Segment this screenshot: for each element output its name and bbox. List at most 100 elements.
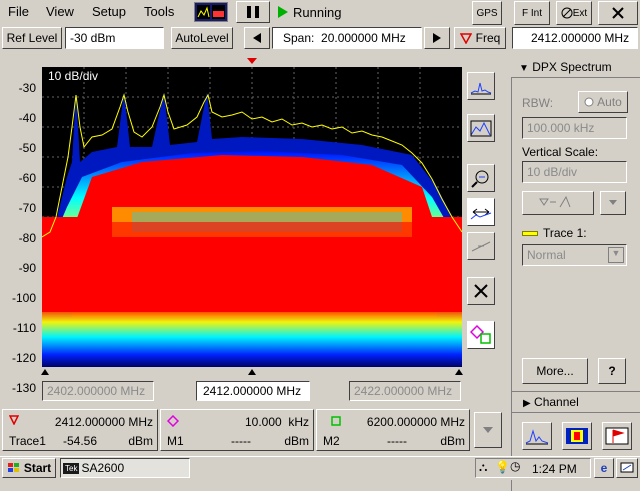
start-freq-field[interactable]: 2402.000000 MHz — [42, 381, 154, 401]
menu-bar: File View Setup Tools Running GPS F Int … — [0, 0, 640, 25]
auto-label: Auto — [597, 95, 622, 109]
m2-marker-name: M2 — [323, 434, 340, 448]
stop-marker-icon — [455, 369, 463, 375]
channel-label: Channel — [534, 395, 579, 409]
m2-marker-unit: dBm — [440, 434, 465, 448]
spectrum-svg — [42, 67, 462, 367]
display-mode-icon[interactable] — [194, 2, 228, 22]
ref-marker-freq: 2412.000000 MHz — [54, 415, 153, 429]
ref-marker-readout[interactable]: 2412.000000 MHz Trace1 -54.56 dBm — [2, 409, 158, 451]
pan-icon[interactable] — [467, 198, 495, 226]
desktop-button[interactable] — [616, 458, 638, 478]
freq-button[interactable]: Freq — [454, 27, 506, 49]
more-button[interactable]: More... — [522, 358, 588, 384]
ext-label: Ext — [572, 7, 588, 19]
menu-tools[interactable]: Tools — [144, 4, 174, 19]
y-tick-label: -130 — [11, 381, 36, 395]
y-tick-label: -110 — [12, 321, 36, 335]
start-button[interactable]: Start — [2, 458, 56, 478]
vscale-input[interactable]: 10 dB/div — [522, 161, 627, 183]
menu-file[interactable]: File — [8, 4, 29, 19]
left-arrow-icon — [253, 33, 261, 43]
peak-search-icon[interactable] — [467, 114, 495, 142]
run-status: Running — [293, 5, 342, 20]
play-icon — [278, 6, 288, 18]
autolevel-button[interactable]: AutoLevel — [171, 27, 233, 49]
lightbulb-icon[interactable]: 💡 — [495, 460, 510, 474]
spectrogram-icon — [566, 428, 588, 444]
triangle-down-icon — [459, 33, 472, 44]
m2-marker-readout[interactable]: 6200.000000 MHz M2 ----- dBm — [316, 409, 470, 451]
auto-scale-dropdown[interactable] — [600, 191, 626, 215]
taskbar-app-button[interactable]: Tek SA2600 — [60, 458, 190, 478]
measure-icon[interactable] — [467, 232, 495, 260]
m1-freq-unit: kHz — [288, 415, 309, 429]
rbw-input[interactable]: 100.000 kHz — [522, 117, 627, 139]
panel-title: DPX Spectrum — [532, 60, 612, 74]
clear-icon[interactable] — [467, 277, 495, 305]
ref-marker-level: -54.56 — [63, 434, 98, 448]
y-tick-label: -80 — [18, 231, 36, 245]
ie-button[interactable]: e — [594, 458, 614, 478]
trace-color-swatch — [522, 231, 538, 236]
y-tick-label: -60 — [18, 171, 36, 185]
gps-button[interactable]: GPS — [472, 1, 502, 25]
y-tick-label: -50 — [18, 141, 36, 155]
y-tick-label: -70 — [18, 201, 36, 215]
pause-button[interactable] — [236, 1, 270, 23]
start-label: Start — [23, 461, 52, 475]
autolevel-label: AutoLevel — [175, 31, 229, 45]
auto-scale-button[interactable] — [522, 191, 594, 215]
trace-view-icon[interactable] — [467, 72, 495, 100]
marker-menu-button[interactable] — [474, 412, 502, 448]
freq-label: Freq — [475, 31, 501, 45]
panel-header[interactable]: ▼ DPX Spectrum — [511, 56, 640, 78]
ref-marker-unit: dBm — [128, 434, 153, 448]
trace-mode-select[interactable]: Normal ▼ — [522, 244, 627, 266]
rbw-auto-toggle[interactable]: Auto — [578, 91, 628, 113]
zoom-icon[interactable] — [467, 164, 495, 192]
mask-view-button[interactable] — [602, 422, 632, 450]
collapse-icon: ▼ — [519, 63, 529, 74]
square-icon — [331, 416, 341, 426]
menu-setup[interactable]: Setup — [92, 4, 126, 19]
freq-int-button[interactable]: F Int — [514, 1, 550, 25]
spectrum-plot[interactable]: 10 dB/div — [42, 67, 462, 367]
spectrogram-view-button[interactable] — [562, 422, 592, 450]
trace-mode-value: Normal — [527, 248, 566, 262]
more-label: More... — [536, 364, 574, 378]
ref-level-button[interactable]: Ref Level — [2, 27, 62, 49]
close-app-button[interactable] — [598, 1, 638, 25]
help-button[interactable]: ? — [598, 358, 626, 384]
spectrum-inner-band — [102, 207, 422, 237]
span-increase-button[interactable] — [424, 27, 450, 49]
m1-marker-freq: 10.000 — [245, 415, 282, 429]
flag-icon — [605, 427, 629, 445]
stop-freq-field[interactable]: 2422.000000 MHz — [349, 381, 461, 401]
radio-icon — [584, 97, 594, 107]
clock-icon[interactable]: ◷ — [510, 459, 520, 473]
ref-marker-name: Trace1 — [9, 434, 46, 448]
network-icon[interactable]: ⛬ — [479, 460, 487, 475]
span-decrease-button[interactable] — [244, 27, 270, 49]
y-tick-label: -30 — [18, 81, 36, 95]
span-field[interactable]: Span: 20.000000 MHz — [272, 27, 422, 49]
y-tick-label: -40 — [18, 111, 36, 125]
clock-time[interactable]: 1:24 PM — [532, 462, 577, 476]
close-icon — [612, 7, 624, 19]
ref-level-input[interactable]: -30 dBm — [65, 27, 164, 49]
menu-view[interactable]: View — [46, 4, 74, 19]
trace-label: Trace 1: — [543, 226, 587, 240]
m2-marker-level: ----- — [387, 434, 407, 448]
center-freq-marker-icon — [248, 369, 256, 375]
channel-section[interactable]: ▶ Channel — [511, 391, 640, 413]
m1-marker-name: M1 — [167, 434, 184, 448]
freq-input[interactable]: 2412.000000 MHz — [512, 27, 638, 49]
m1-marker-readout[interactable]: 10.000 kHz M1 ----- dBm — [160, 409, 314, 451]
ext-ref-button[interactable]: Ext — [556, 1, 592, 25]
spectrum-view-button[interactable] — [522, 422, 552, 450]
browser-icon: e — [600, 461, 608, 475]
center-freq-field[interactable]: 2412.000000 MHz — [196, 381, 310, 401]
triangle-down-icon — [9, 415, 19, 425]
markers-icon[interactable] — [467, 321, 495, 349]
